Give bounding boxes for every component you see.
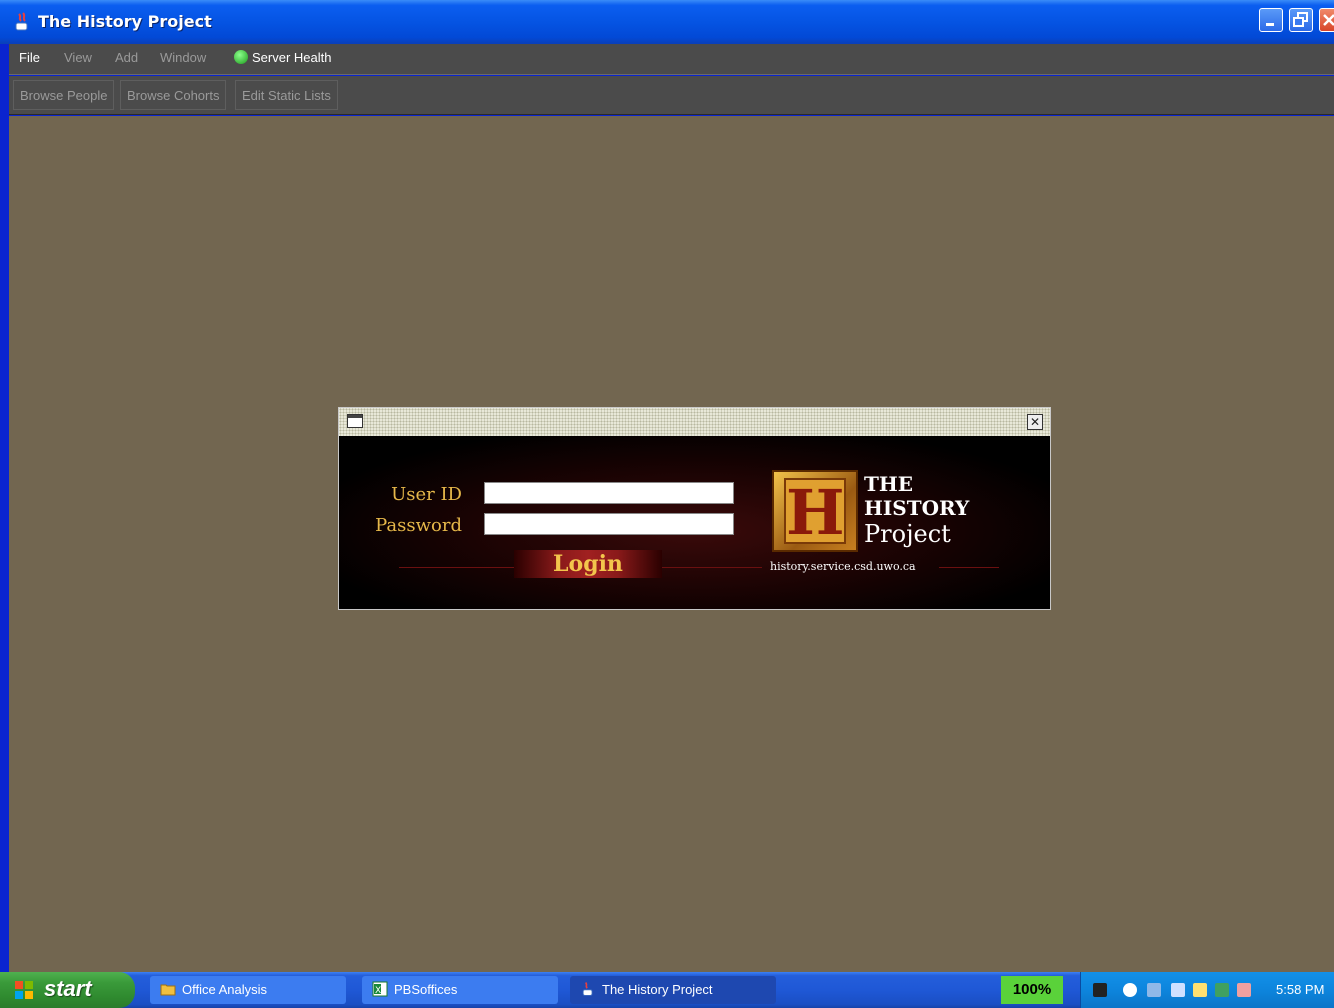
- divider-line: [939, 567, 999, 568]
- java-icon: [582, 982, 593, 996]
- wireless-icon[interactable]: [1171, 983, 1185, 997]
- menu-view[interactable]: View: [64, 50, 92, 65]
- user-id-label: User ID: [391, 484, 462, 505]
- restore-icon: [1293, 12, 1308, 27]
- taskbar-item-label: PBSoffices: [394, 982, 458, 997]
- login-close-button[interactable]: ✕: [1027, 414, 1043, 430]
- browse-cohorts-button[interactable]: Browse Cohorts: [120, 80, 227, 110]
- windows-flag-icon: [15, 981, 33, 999]
- power-plug-icon[interactable]: [1093, 983, 1107, 997]
- excel-icon: X: [372, 981, 388, 997]
- show-hidden-icons-chevron-icon[interactable]: [1123, 983, 1137, 997]
- folder-icon: [160, 984, 176, 996]
- divider-line: [662, 567, 762, 568]
- svg-text:X: X: [375, 986, 381, 996]
- monitor-icon[interactable]: [1215, 983, 1229, 997]
- app-window: The History Project File View Add Window…: [0, 0, 1334, 972]
- taskbar: start Office Analysis X PBSoffices The Hi…: [0, 972, 1334, 1008]
- network-icon[interactable]: [1147, 983, 1161, 997]
- minimize-icon: [1266, 23, 1274, 26]
- login-dialog: ✕ User ID Password Login H THE HISTORY P…: [338, 407, 1051, 610]
- taskbar-item-history-project[interactable]: The History Project: [570, 976, 776, 1004]
- taskbar-item-pbsoffices[interactable]: X PBSoffices: [362, 976, 558, 1004]
- logo-line-the: THE: [864, 472, 914, 496]
- java-icon: [15, 12, 28, 31]
- taskbar-item-label: Office Analysis: [182, 982, 268, 997]
- server-url: history.service.csd.uwo.ca: [770, 560, 916, 573]
- login-body: User ID Password Login H THE HISTORY Pro…: [339, 436, 1050, 609]
- start-button[interactable]: start: [0, 972, 135, 1008]
- security-icon[interactable]: [1237, 983, 1251, 997]
- login-dialog-titlebar[interactable]: ✕: [339, 408, 1050, 436]
- close-icon: [1323, 14, 1334, 26]
- history-h-logo-icon: H: [772, 470, 858, 552]
- edit-static-lists-button[interactable]: Edit Static Lists: [235, 80, 338, 110]
- taskbar-item-office-analysis[interactable]: Office Analysis: [150, 976, 346, 1004]
- window-title: The History Project: [38, 12, 212, 31]
- menu-server-health[interactable]: Server Health: [234, 50, 331, 65]
- window-titlebar[interactable]: The History Project: [0, 0, 1334, 44]
- minimize-button[interactable]: [1259, 8, 1283, 32]
- battery-indicator[interactable]: 100%: [1001, 976, 1063, 1004]
- restore-button[interactable]: [1289, 8, 1313, 32]
- menu-window[interactable]: Window: [160, 50, 206, 65]
- taskbar-item-label: The History Project: [602, 982, 713, 997]
- toolbar: Browse People Browse Cohorts Edit Static…: [9, 76, 1334, 115]
- logo-line-history: HISTORY: [864, 496, 970, 520]
- server-health-icon: [234, 50, 248, 64]
- network-connection-icon[interactable]: [1193, 983, 1207, 997]
- password-label: Password: [375, 515, 462, 536]
- taskbar-clock[interactable]: 5:58 PM: [1276, 982, 1324, 997]
- server-health-label: Server Health: [252, 50, 332, 65]
- browse-people-button[interactable]: Browse People: [13, 80, 115, 110]
- menu-add[interactable]: Add: [115, 50, 138, 65]
- user-id-input[interactable]: [484, 482, 734, 504]
- menubar: File View Add Window Server Health: [9, 44, 1334, 75]
- start-label: start: [44, 976, 92, 1001]
- divider-line: [399, 567, 514, 568]
- menu-file[interactable]: File: [19, 50, 40, 65]
- close-button[interactable]: [1319, 8, 1334, 32]
- login-button[interactable]: Login: [514, 550, 662, 578]
- logo-line-project: Project: [864, 520, 951, 548]
- password-input[interactable]: [484, 513, 734, 535]
- window-menu-icon[interactable]: [347, 414, 363, 428]
- history-project-logo: H THE HISTORY Project: [772, 470, 972, 560]
